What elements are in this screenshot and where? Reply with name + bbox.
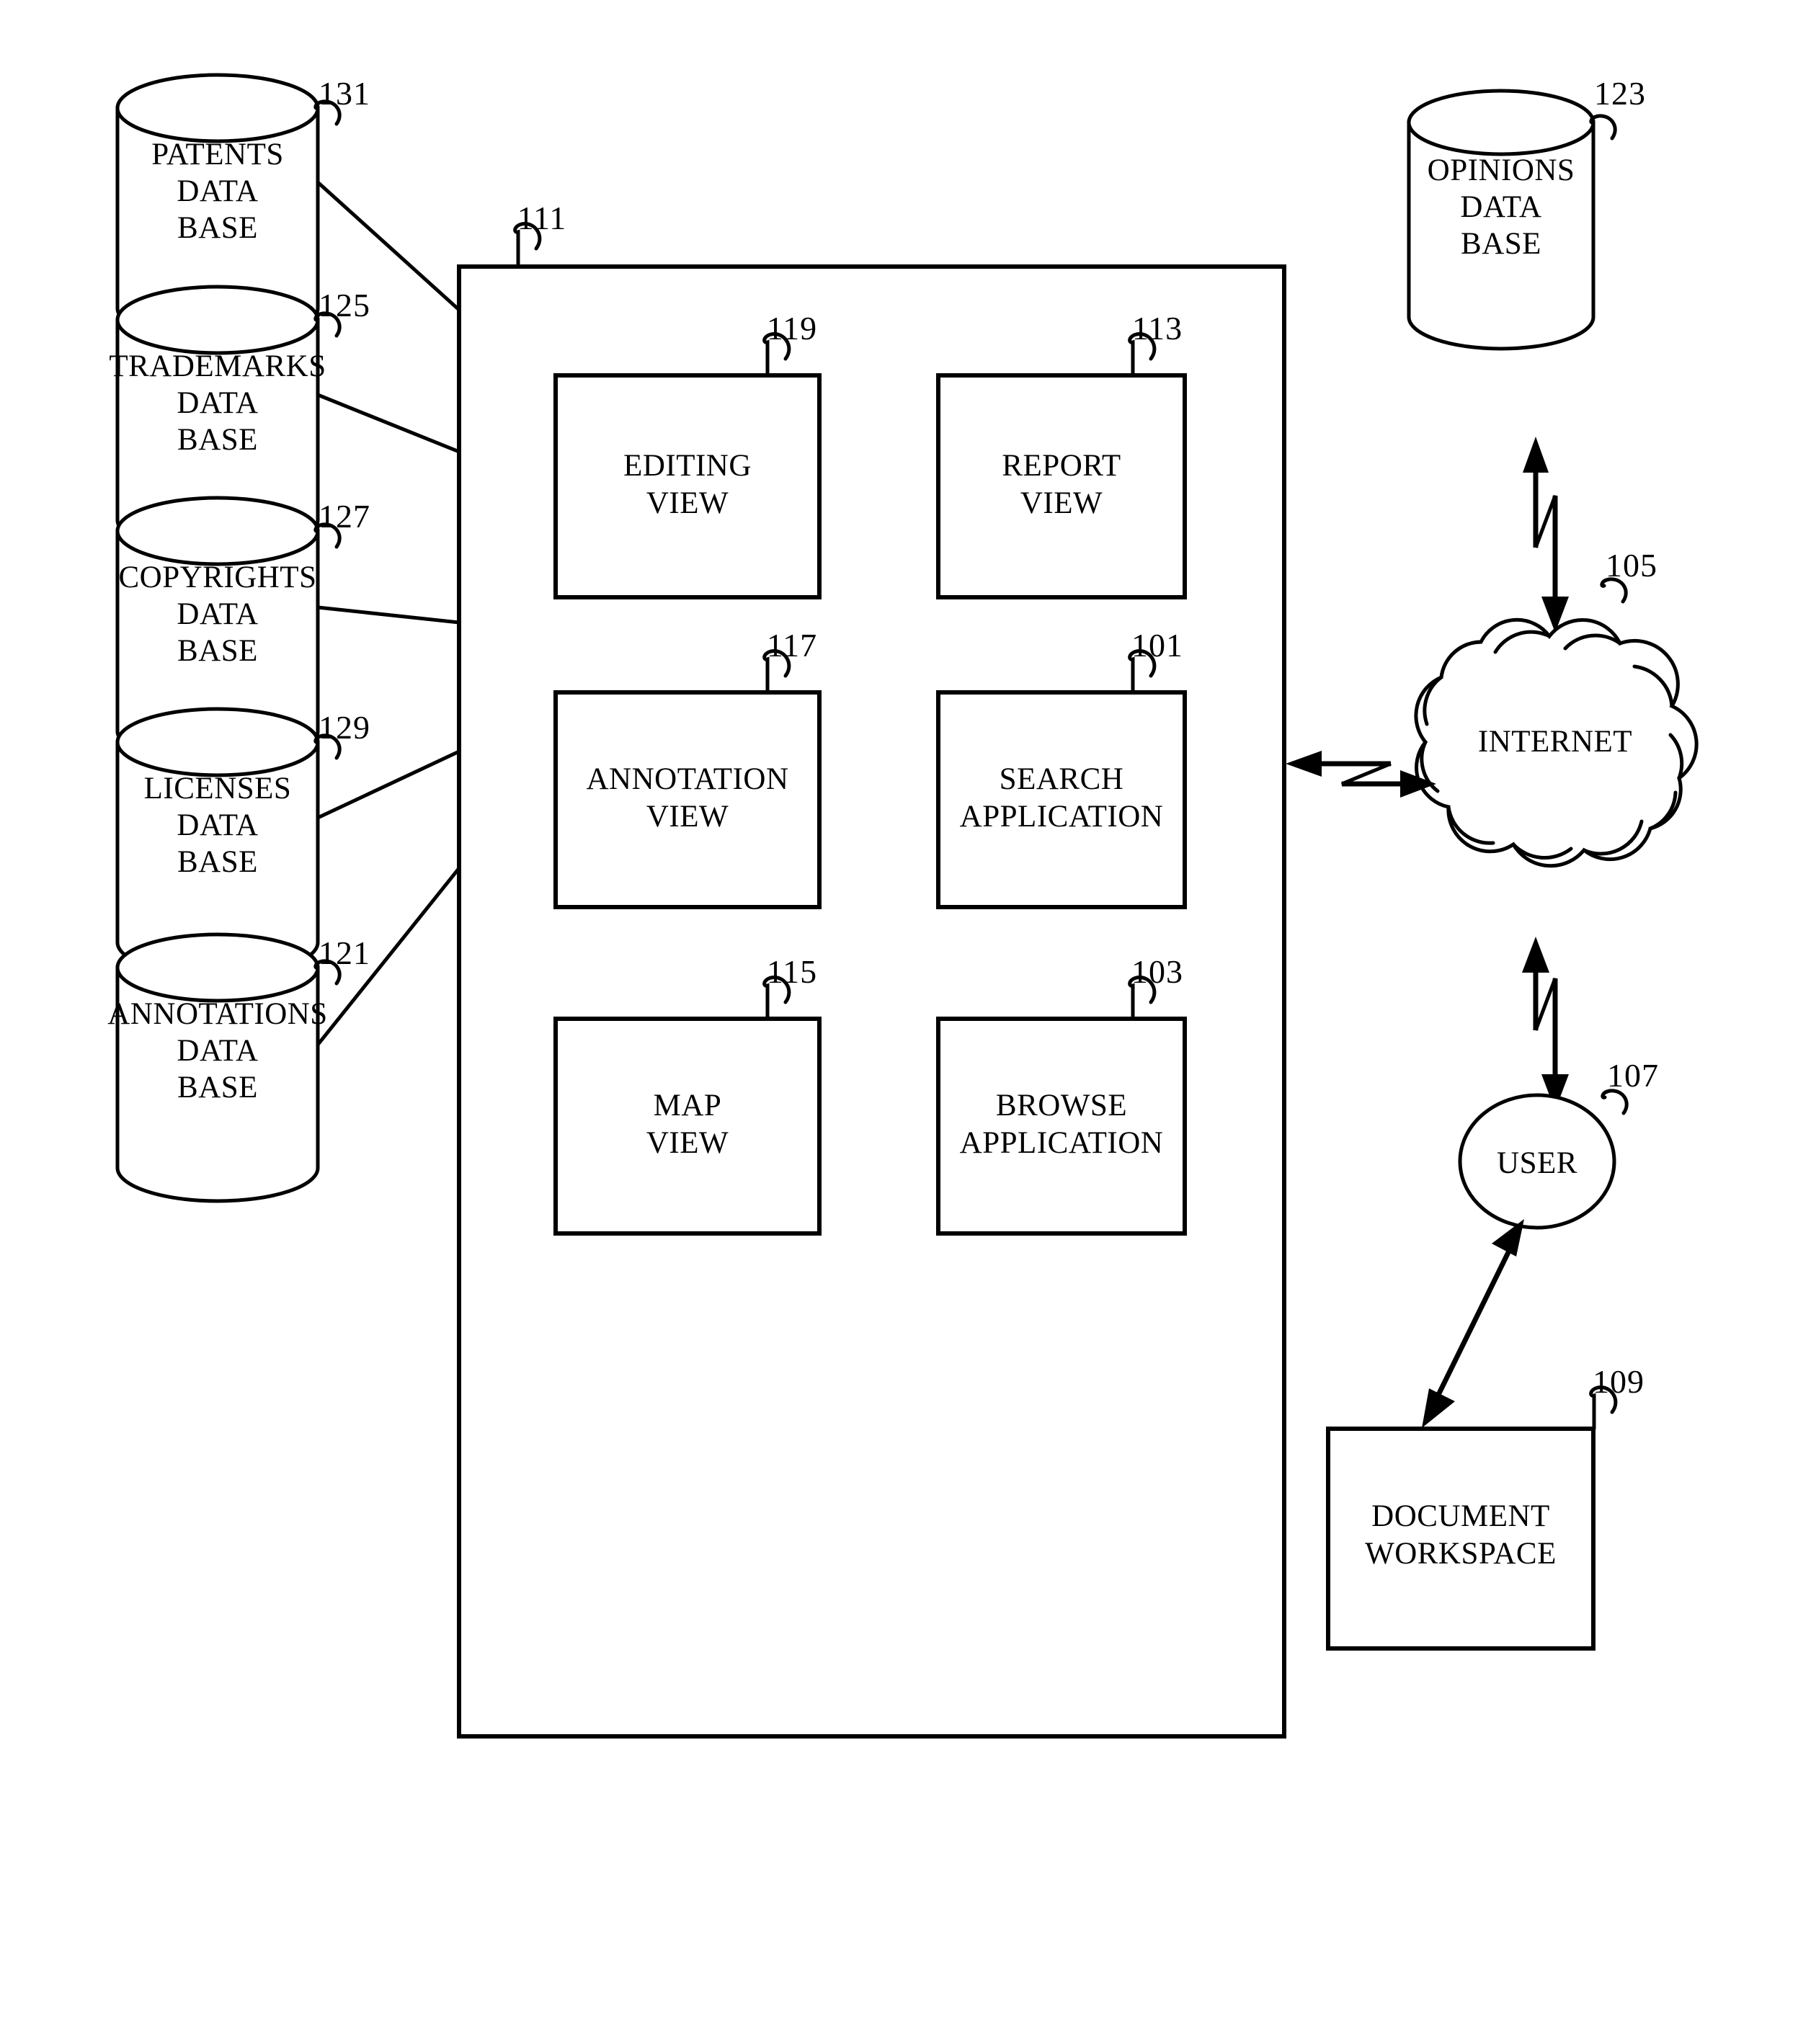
module-map-view-line2: VIEW	[646, 1126, 729, 1160]
module-search-application-line1: SEARCH	[1000, 762, 1124, 796]
database-copyrights-line1: COPYRIGHTS	[119, 561, 317, 594]
database-opinions-line2: DATA	[1460, 190, 1541, 224]
database-trademarks-line3: BASE	[177, 423, 258, 457]
connector-copyrights	[317, 605, 460, 625]
ref-numeral-101: 101	[1131, 627, 1183, 664]
document-workspace-line2: WORKSPACE	[1365, 1537, 1557, 1571]
document-workspace[interactable]: 109 DOCUMENT WORKSPACE	[1326, 1363, 1645, 1651]
ref-numeral-129: 129	[319, 709, 370, 746]
connector-internet-user	[1522, 937, 1569, 1110]
database-trademarks-line1: TRADEMARKS	[109, 349, 326, 383]
module-editing-view-line2: VIEW	[646, 486, 729, 520]
internet-label: INTERNET	[1478, 725, 1632, 759]
ref-numeral-105: 105	[1606, 547, 1657, 584]
ref-numeral-123: 123	[1594, 75, 1646, 112]
database-annotations: 121 ANNOTATIONS DATA BASE	[107, 932, 370, 1203]
ref-numeral-127: 127	[319, 498, 370, 535]
ref-numeral-121: 121	[319, 934, 370, 971]
document-workspace-line1: DOCUMENT	[1371, 1499, 1550, 1533]
database-copyrights-line2: DATA	[177, 597, 258, 631]
module-editing-view-line1: EDITING	[623, 449, 752, 483]
connector-system-internet	[1286, 751, 1436, 798]
ref-numeral-113: 113	[1132, 310, 1183, 347]
database-annotations-line1: ANNOTATIONS	[107, 997, 327, 1031]
ref-numeral-103: 103	[1131, 953, 1183, 990]
ref-numeral-131: 131	[319, 75, 370, 112]
module-annotation-view-line2: VIEW	[646, 800, 729, 834]
ref-numeral-115: 115	[767, 953, 817, 990]
connector-licenses	[316, 749, 460, 820]
connector-opinions-internet	[1523, 437, 1569, 633]
ref-numeral-107: 107	[1607, 1057, 1659, 1094]
module-report-view-line1: REPORT	[1002, 449, 1121, 483]
database-patents-line3: BASE	[177, 211, 258, 245]
database-annotations-line3: BASE	[177, 1071, 258, 1104]
database-patents-line2: DATA	[177, 174, 258, 208]
database-licenses-line1: LICENSES	[144, 772, 292, 805]
connector-user-workspace	[1422, 1219, 1524, 1428]
user-label: USER	[1497, 1146, 1577, 1180]
ref-numeral-119: 119	[767, 310, 817, 347]
ref-numeral-117: 117	[767, 627, 817, 664]
module-report-view-line2: VIEW	[1020, 486, 1103, 520]
module-search-application-line2: APPLICATION	[960, 800, 1164, 834]
module-browse-application-line2: APPLICATION	[960, 1126, 1164, 1160]
connector-trademarks	[317, 393, 460, 454]
database-annotations-line2: DATA	[177, 1034, 258, 1068]
ref-numeral-125: 125	[319, 287, 370, 323]
database-trademarks-line2: DATA	[177, 386, 258, 420]
module-browse-application-line1: BROWSE	[996, 1089, 1127, 1123]
ref-numeral-109: 109	[1593, 1363, 1645, 1400]
database-patents-line1: PATENTS	[151, 138, 284, 171]
database-opinions-line3: BASE	[1461, 227, 1541, 261]
database-copyrights-line3: BASE	[177, 634, 258, 668]
patent-figure: 131 PATENTS DATA BASE 125 TRADEMARKS DAT…	[0, 0, 1798, 2044]
database-licenses-line2: DATA	[177, 808, 258, 842]
database-licenses-line3: BASE	[177, 845, 258, 879]
module-map-view-line1: MAP	[654, 1089, 722, 1123]
database-opinions-line1: OPINIONS	[1428, 153, 1575, 187]
database-opinions: 123 OPINIONS DATA BASE	[1407, 75, 1646, 351]
module-annotation-view-line1: ANNOTATION	[586, 762, 788, 796]
ref-numeral-111: 111	[517, 200, 567, 236]
